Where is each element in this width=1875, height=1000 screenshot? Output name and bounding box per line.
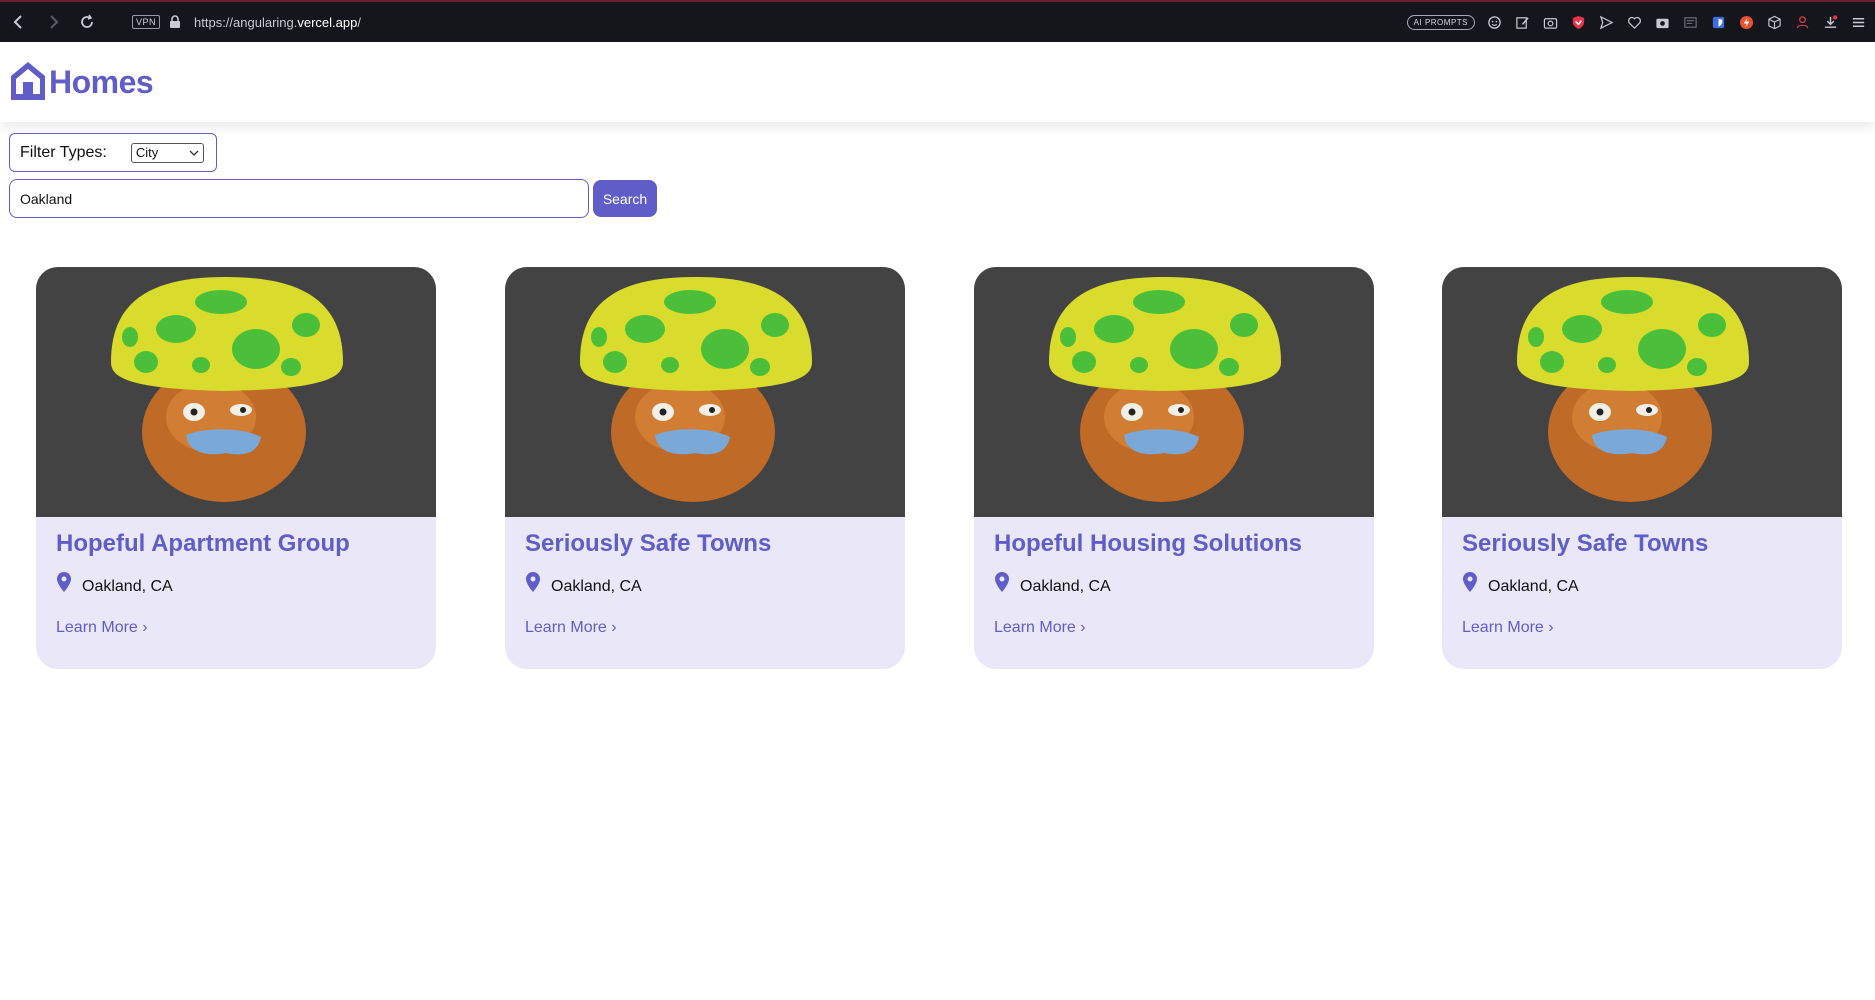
listing-location: Oakland, CA [525,572,642,596]
bitwarden-button[interactable] [1709,13,1727,31]
vpn-badge[interactable]: VPN [132,15,161,29]
smiley-icon [1487,15,1501,29]
reload-icon [81,14,93,28]
location-pin-icon [995,572,1009,592]
listing-location: Oakland, CA [1462,572,1579,596]
favorites-button[interactable] [1625,13,1643,31]
lightning-extension-button[interactable] [1737,13,1755,31]
pencil-icon [1515,16,1529,29]
listing-location: Oakland, CA [56,572,173,596]
url-prefix: https://angularing. [194,14,298,30]
url-suffix: / [357,14,361,30]
listing-card: Seriously Safe Towns Oakland, CA Learn M… [505,267,905,669]
learn-more-link[interactable]: Learn More › [525,619,617,637]
listing-photo [974,267,1374,517]
location-pin-icon [1463,572,1477,592]
downloads-button[interactable] [1821,13,1839,31]
filter-types-label: Filter Types: [20,143,107,161]
listing-location-text: Oakland, CA [1020,578,1111,595]
snapshot-button[interactable] [1653,13,1671,31]
listing-location-text: Oakland, CA [1488,578,1579,595]
reader-button[interactable] [1681,13,1699,31]
lightning-icon [1739,15,1753,29]
camera-filled-icon [1655,18,1669,28]
listing-title: Seriously Safe Towns [1462,530,1709,557]
listing-card: Hopeful Apartment Group Oakland, CA Lear… [36,267,436,669]
shield-icon [1572,15,1584,29]
cube-extension-button[interactable] [1765,13,1783,31]
cube-icon [1767,15,1781,29]
search-input[interactable]: Oakland [9,179,589,218]
extensions-toolbar: AI PROMPTS [1406,2,1867,42]
filter-type-select[interactable]: City [130,142,204,163]
back-arrow-icon [13,15,22,29]
emoji-button[interactable] [1485,13,1503,31]
learn-more-link[interactable]: Learn More › [994,619,1086,637]
send-button[interactable] [1597,13,1615,31]
filter-type-selected: City [135,145,159,160]
back-button[interactable] [4,7,34,37]
mushroom-house-image [1049,277,1281,502]
mushroom-house-image [580,277,812,502]
address-bar[interactable]: https://angularing.vercel.app/ [194,15,361,30]
menu-button[interactable] [1849,13,1867,31]
camera-icon [1543,17,1557,29]
send-icon [1599,15,1613,29]
forward-arrow-icon [50,15,59,29]
browser-toolbar: VPN https://angularing.vercel.app/ AI PR… [0,0,1875,42]
forward-button[interactable] [38,7,68,37]
heart-icon [1627,16,1641,29]
listing-card: Seriously Safe Towns Oakland, CA Learn M… [1442,267,1842,669]
vault-shield-icon [1712,16,1724,28]
profile-button[interactable] [1793,13,1811,31]
ai-prompts-button[interactable]: AI PROMPTS [1406,14,1475,30]
reader-icon [1683,16,1697,28]
listing-location-text: Oakland, CA [551,578,642,595]
listing-title: Seriously Safe Towns [525,530,772,557]
location-pin-icon [526,572,540,592]
mushroom-house-image [1517,277,1749,502]
search-button[interactable]: Search [593,180,657,217]
filter-types-box: Filter Types: City [9,133,217,172]
house-logo-icon[interactable] [9,60,47,104]
reload-button[interactable] [72,7,102,37]
listing-location: Oakland, CA [994,572,1111,596]
logo-text[interactable]: Homes [49,64,154,101]
lock-icon [170,15,181,28]
listing-photo [1442,267,1842,517]
screenshot-button[interactable] [1541,13,1559,31]
listing-photo [36,267,436,517]
listing-title: Hopeful Housing Solutions [994,530,1302,557]
edit-button[interactable] [1513,13,1531,31]
listing-location-text: Oakland, CA [82,578,173,595]
download-icon [1824,14,1837,28]
url-domain: vercel.app [297,14,358,30]
site-header: Homes [0,42,1875,122]
learn-more-link[interactable]: Learn More › [56,619,148,637]
listing-card: Hopeful Housing Solutions Oakland, CA Le… [974,267,1374,669]
listing-photo [505,267,905,517]
chevron-down-icon [189,150,199,156]
mushroom-house-image [111,277,343,502]
location-pin-icon [57,572,71,592]
person-icon [1796,15,1808,28]
learn-more-link[interactable]: Learn More › [1462,619,1554,637]
shield-extension-button[interactable] [1569,13,1587,31]
hamburger-menu-icon [1852,17,1864,27]
listing-title: Hopeful Apartment Group [56,530,350,557]
listings-grid: Hopeful Apartment Group Oakland, CA Lear… [36,267,1842,669]
